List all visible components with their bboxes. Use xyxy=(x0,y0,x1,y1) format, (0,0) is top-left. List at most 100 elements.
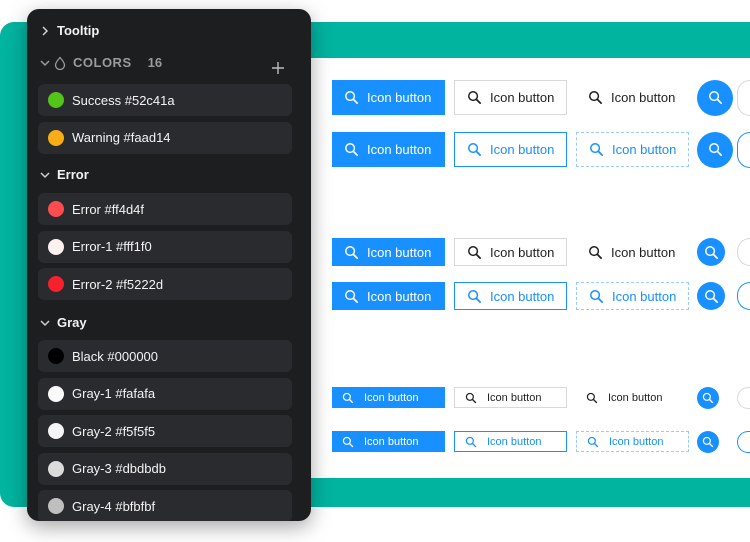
circle-search-button[interactable] xyxy=(697,386,719,409)
icon-button-label: Icon button xyxy=(367,142,432,157)
colors-panel: Tooltip COLORS 16 Success #52c41a Warning… xyxy=(27,9,311,521)
icon-button-label: Icon button xyxy=(611,90,676,105)
search-icon xyxy=(467,245,482,260)
color-dot-icon xyxy=(48,92,64,108)
circle-outline-search-button[interactable] xyxy=(737,386,750,409)
color-swatch-label: Success #52c41a xyxy=(72,92,175,108)
color-swatch[interactable]: Gray-2 #f5f5f5 xyxy=(38,415,292,448)
icon-button-label: Icon button xyxy=(608,391,663,404)
icon-button[interactable]: Icon button xyxy=(332,431,445,452)
icon-button-label: Icon button xyxy=(367,244,432,260)
search-icon xyxy=(344,142,359,157)
search-icon xyxy=(708,142,723,157)
icon-button[interactable]: Icon button xyxy=(454,431,567,452)
circle-search-button[interactable] xyxy=(697,430,719,453)
search-icon xyxy=(588,90,603,105)
color-swatch-label: Gray-3 #dbdbdb xyxy=(72,461,166,477)
search-icon xyxy=(586,392,598,404)
icon-button[interactable]: Icon button xyxy=(576,238,689,266)
color-swatch-label: Gray-4 #bfbfbf xyxy=(72,498,156,514)
gray-group-header[interactable]: Gray xyxy=(39,315,87,330)
icon-button-label: Icon button xyxy=(367,90,432,105)
color-swatch[interactable]: Gray-3 #dbdbdb xyxy=(38,452,292,485)
icon-button[interactable]: Icon button xyxy=(576,387,689,408)
color-swatch[interactable]: Warning #faad14 xyxy=(38,121,292,154)
color-dot-icon xyxy=(48,498,64,515)
colors-count: 16 xyxy=(147,55,163,70)
icon-button-label: Icon button xyxy=(487,391,542,404)
color-swatch-label: Error #ff4d4f xyxy=(72,201,145,217)
circle-search-button[interactable] xyxy=(697,131,733,168)
icon-button[interactable]: Icon button xyxy=(454,132,567,167)
circle-search-button[interactable] xyxy=(697,282,725,310)
search-icon xyxy=(467,142,482,157)
search-icon xyxy=(342,436,354,448)
color-swatch[interactable]: Success #52c41a xyxy=(38,84,292,116)
search-icon xyxy=(587,436,599,448)
color-swatch-label: Error-1 #fff1f0 xyxy=(72,239,152,255)
tooltip-label: Tooltip xyxy=(57,23,100,38)
circle-search-button[interactable] xyxy=(697,79,733,116)
app-stage: Icon button Icon button Icon button Icon bu… xyxy=(0,0,750,542)
search-icon xyxy=(344,289,359,304)
icon-button[interactable]: Icon button xyxy=(332,80,445,115)
icon-button-label: Icon button xyxy=(609,435,664,448)
icon-button[interactable]: Icon button xyxy=(454,80,567,115)
color-swatch[interactable]: Gray-1 #fafafa xyxy=(38,377,292,410)
color-dot-icon xyxy=(48,238,64,255)
color-swatch-label: Gray-2 #f5f5f5 xyxy=(72,423,156,439)
circle-search-button[interactable] xyxy=(697,238,725,266)
icon-button[interactable]: Icon button xyxy=(454,238,567,266)
search-icon xyxy=(708,90,723,105)
circle-outline-search-button[interactable] xyxy=(737,131,750,168)
icon-button-label: Icon button xyxy=(490,244,555,260)
chevron-down-icon xyxy=(39,317,51,329)
icon-button[interactable]: Icon button xyxy=(454,387,567,408)
circle-outline-search-button[interactable] xyxy=(737,79,750,116)
icon-button[interactable]: Icon button xyxy=(454,282,567,310)
icon-button[interactable]: Icon button xyxy=(332,238,445,266)
color-swatch[interactable]: Error-2 #f5222d xyxy=(38,268,292,301)
icon-button[interactable]: Icon button xyxy=(576,282,689,310)
search-icon xyxy=(589,289,604,304)
gray-group-label: Gray xyxy=(57,315,87,330)
icon-button[interactable]: Icon button xyxy=(332,387,445,408)
icon-button[interactable]: Icon button xyxy=(576,431,689,452)
error-group-label: Error xyxy=(57,167,89,182)
add-color-icon[interactable] xyxy=(271,61,285,75)
chevron-down-icon xyxy=(39,169,51,181)
color-swatch-label: Gray-1 #fafafa xyxy=(72,386,156,402)
icon-button[interactable]: Icon button xyxy=(576,132,689,167)
icon-button-label: Icon button xyxy=(367,288,432,304)
icon-button[interactable]: Icon button xyxy=(332,282,445,310)
color-swatch[interactable]: Black #000000 xyxy=(38,340,292,372)
search-icon xyxy=(589,142,604,157)
error-group-header[interactable]: Error xyxy=(39,167,89,182)
icon-button[interactable]: Icon button xyxy=(332,132,445,167)
search-icon xyxy=(702,436,714,448)
tooltip-group-header[interactable]: Tooltip xyxy=(39,23,99,38)
search-icon xyxy=(344,90,359,105)
search-icon xyxy=(467,90,482,105)
drop-icon xyxy=(53,56,67,70)
search-icon xyxy=(344,245,359,260)
color-dot-icon xyxy=(48,129,64,146)
color-dot-icon xyxy=(48,201,64,217)
search-icon xyxy=(588,245,603,260)
icon-button[interactable]: Icon button xyxy=(576,80,689,115)
icon-button-label: Icon button xyxy=(490,288,555,304)
icon-button-label: Icon button xyxy=(364,391,419,404)
circle-outline-search-button[interactable] xyxy=(737,430,750,453)
colors-group-header[interactable]: COLORS 16 xyxy=(39,55,162,70)
icon-button-label: Icon button xyxy=(487,435,542,448)
icon-button-label: Icon button xyxy=(490,142,555,157)
color-swatch[interactable]: Error-1 #fff1f0 xyxy=(38,230,292,263)
color-dot-icon xyxy=(48,276,64,293)
color-swatch-label: Warning #faad14 xyxy=(72,130,171,146)
search-icon xyxy=(704,289,719,304)
search-icon xyxy=(704,245,719,260)
color-swatch-label: Error-2 #f5222d xyxy=(72,276,164,292)
color-dot-icon xyxy=(48,460,64,477)
color-swatch[interactable]: Gray-4 #bfbfbf xyxy=(38,490,292,521)
color-swatch[interactable]: Error #ff4d4f xyxy=(38,193,292,225)
